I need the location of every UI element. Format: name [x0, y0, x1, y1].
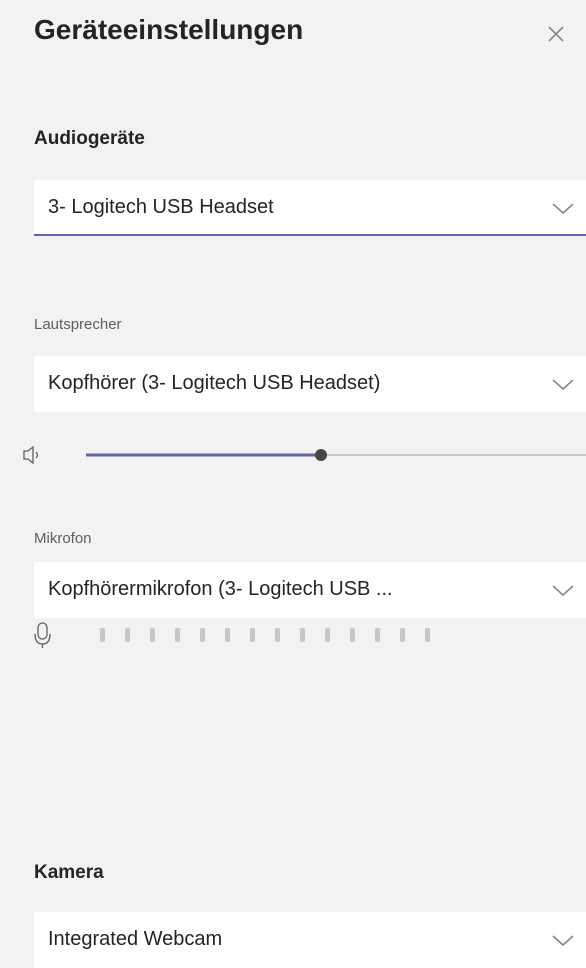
microphone-level-meter — [34, 616, 586, 656]
microphone-level-bar — [150, 628, 155, 642]
volume-thumb[interactable] — [315, 449, 327, 461]
camera-device-value: Integrated Webcam — [48, 928, 223, 950]
microphone-level-bar — [175, 628, 180, 642]
chevron-down-icon — [552, 585, 574, 597]
microphone-level-bar — [325, 628, 330, 642]
microphone-level-bar — [125, 628, 130, 642]
microphone-label: Mikrofon — [34, 530, 92, 547]
device-settings-panel: Geräteeinstellungen Audiogeräte 3- Logit… — [0, 0, 586, 968]
microphone-dropdown[interactable]: Kopfhörermikrofon (3- Logitech USB ... — [34, 562, 586, 618]
microphone-level-bar — [250, 628, 255, 642]
microphone-level-bar — [375, 628, 380, 642]
speaker-volume-slider[interactable] — [23, 440, 586, 470]
speaker-label: Lautsprecher — [34, 316, 122, 333]
microphone-level-bar — [300, 628, 305, 642]
volume-track[interactable] — [34, 440, 586, 470]
audio-device-dropdown[interactable]: 3- Logitech USB Headset — [34, 180, 586, 236]
microphone-level-bar — [350, 628, 355, 642]
camera-dropdown[interactable]: Integrated Webcam — [34, 912, 586, 968]
camera-heading: Kamera — [34, 862, 104, 883]
microphone-icon — [34, 622, 51, 648]
microphone-level-bar — [425, 628, 430, 642]
microphone-level-bar — [275, 628, 280, 642]
close-button[interactable] — [540, 18, 572, 50]
chevron-down-icon — [552, 935, 574, 947]
close-icon — [548, 26, 564, 42]
audio-devices-heading: Audiogeräte — [34, 128, 145, 149]
microphone-level-bar — [100, 628, 105, 642]
microphone-device-value: Kopfhörermikrofon (3- Logitech USB ... — [48, 578, 393, 600]
audio-device-value: 3- Logitech USB Headset — [48, 196, 274, 218]
page-title: Geräteeinstellungen — [34, 14, 304, 45]
speaker-dropdown[interactable]: Kopfhörer (3- Logitech USB Headset) — [34, 356, 586, 412]
chevron-down-icon — [552, 379, 574, 391]
microphone-level-bar — [200, 628, 205, 642]
chevron-down-icon — [552, 203, 574, 215]
microphone-level-bar — [400, 628, 405, 642]
speaker-device-value: Kopfhörer (3- Logitech USB Headset) — [48, 372, 381, 394]
microphone-level-bar — [225, 628, 230, 642]
